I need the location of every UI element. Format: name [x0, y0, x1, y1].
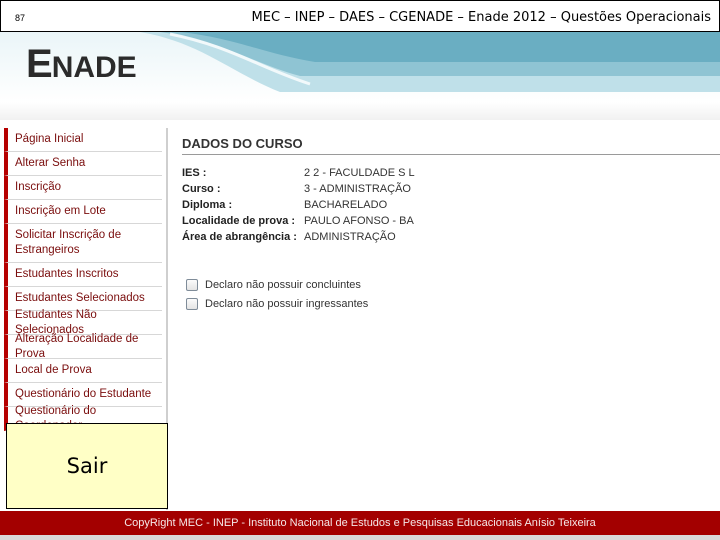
sidebar-item-label: Estudantes Selecionados — [15, 292, 145, 304]
info-value: BACHARELADO — [304, 199, 388, 211]
info-value: 2 2 - FACULDADE S L — [304, 167, 415, 179]
concluintes-checkbox[interactable] — [186, 278, 198, 291]
footer-copyright: CopyRight MEC - INEP - Instituto Naciona… — [124, 517, 596, 529]
info-row-abrangencia: Área de abrangência : ADMINISTRAÇÃO — [182, 229, 720, 245]
sidebar-item-label: Inscrição em Lote — [15, 205, 106, 217]
info-row-diploma: Diploma : BACHARELADO — [182, 197, 720, 213]
info-label: IES : — [182, 167, 207, 179]
info-label: Localidade de prova : — [182, 215, 296, 227]
course-info: IES : 2 2 - FACULDADE S L Curso : 3 - AD… — [182, 165, 720, 245]
check-label: Declaro não possuir concluintes — [205, 278, 361, 291]
sidebar-item-alteracao-localidade[interactable]: Alteração Localidade de Prova — [4, 332, 162, 360]
sidebar-item-label: Alteração Localidade de Prova — [15, 332, 139, 360]
sidebar-item-label: Inscrição — [15, 181, 62, 193]
sidebar-item-local-de-prova[interactable]: Local de Prova — [4, 359, 162, 383]
sidebar-item-label: Solicitar Inscrição de Estrangeiros — [15, 229, 122, 256]
course-data-panel: DADOS DO CURSO IES : 2 2 - FACULDADE S L… — [182, 136, 720, 313]
sidebar-item-label: Alterar Senha — [15, 157, 86, 169]
info-value: 3 - ADMINISTRAÇÃO — [304, 183, 411, 195]
info-value: ADMINISTRAÇÃO — [304, 231, 396, 243]
sidebar-item-alterar-senha[interactable]: Alterar Senha — [4, 152, 162, 176]
info-label: Diploma : — [182, 199, 233, 211]
sair-button[interactable]: Sair — [6, 423, 168, 509]
info-row-localidade: Localidade de prova : PAULO AFONSO - BA — [182, 213, 720, 229]
sidebar-item-label: Local de Prova — [15, 364, 92, 376]
footer-bar: CopyRight MEC - INEP - Instituto Naciona… — [0, 511, 720, 535]
info-row-curso: Curso : 3 - ADMINISTRAÇÃO — [182, 181, 720, 197]
sidebar-item-label: Página Inicial — [15, 133, 84, 145]
sidebar-item-pagina-inicial[interactable]: Página Inicial — [4, 128, 162, 152]
footer-shadow — [0, 535, 720, 540]
check-concluintes: Declaro não possuir concluintes — [182, 275, 720, 294]
info-row-ies: IES : 2 2 - FACULDADE S L — [182, 165, 720, 181]
sidebar-item-inscricao-lote[interactable]: Inscrição em Lote — [4, 200, 162, 224]
section-divider — [182, 154, 720, 155]
enade-logo: ENADE — [26, 42, 137, 86]
banner-swoosh — [140, 32, 720, 92]
check-label: Declaro não possuir ingressantes — [205, 297, 369, 310]
sidebar-item-estudantes-inscritos[interactable]: Estudantes Inscritos — [4, 263, 162, 287]
sidebar-item-inscricao-estrangeiros[interactable]: Solicitar Inscrição de Estrangeiros — [4, 224, 162, 263]
slide-title: MEC – INEP – DAES – CGENADE – Enade 2012… — [251, 10, 711, 25]
section-title: DADOS DO CURSO — [182, 136, 303, 151]
ingressantes-checkbox[interactable] — [186, 297, 198, 310]
slide-number: 87 — [15, 13, 26, 23]
declaration-checks: Declaro não possuir concluintes Declaro … — [182, 275, 720, 313]
check-ingressantes: Declaro não possuir ingressantes — [182, 294, 720, 313]
sidebar-item-inscricao[interactable]: Inscrição — [4, 176, 162, 200]
info-value: PAULO AFONSO - BA — [304, 215, 414, 227]
info-label: Curso : — [182, 183, 221, 195]
enade-banner: ENADE — [0, 32, 720, 102]
header-separator — [0, 102, 720, 120]
slide-header: 87 MEC – INEP – DAES – CGENADE – Enade 2… — [0, 0, 720, 32]
sair-label: Sair — [66, 454, 108, 478]
sidebar-item-label: Questionário do Estudante — [15, 388, 152, 400]
sidebar-item-label: Estudantes Inscritos — [15, 268, 119, 280]
info-label: Área de abrangência : — [182, 231, 297, 243]
